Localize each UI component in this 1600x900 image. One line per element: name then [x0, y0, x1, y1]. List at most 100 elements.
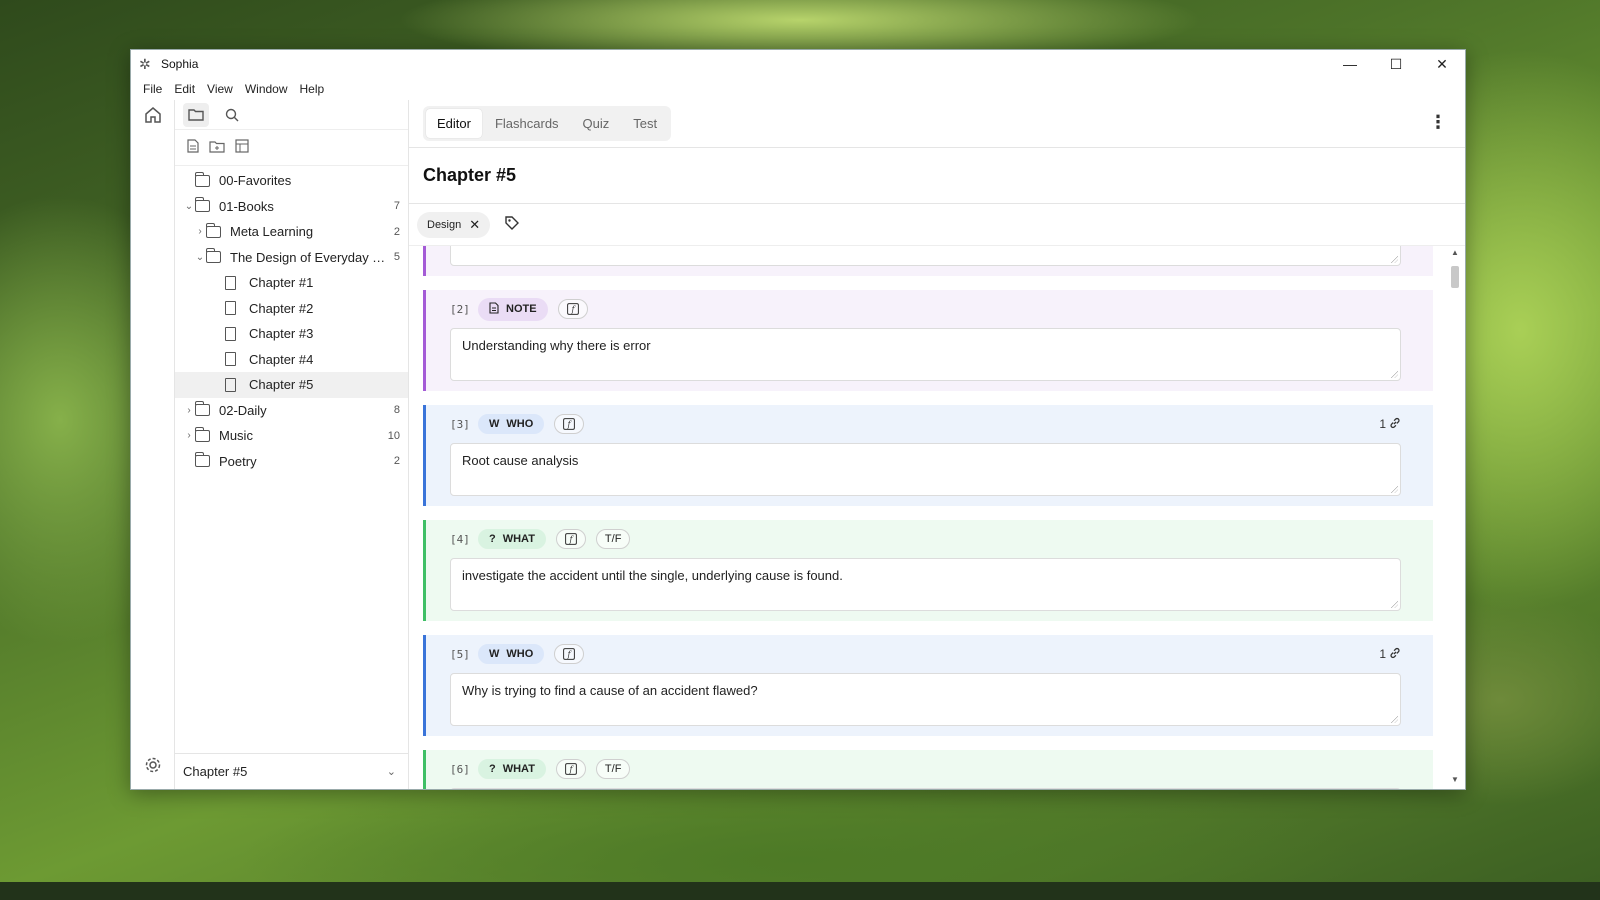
chevron-down-icon[interactable]: ⌄ — [183, 201, 195, 212]
card-text-field[interactable]: Why is trying to find a cause of an acci… — [450, 673, 1401, 726]
folder-icon — [194, 197, 213, 213]
close-button[interactable]: ✕ — [1419, 50, 1465, 78]
formula-icon[interactable]: f — [554, 414, 585, 434]
card-number: [6] — [450, 762, 470, 776]
chevron-right-icon[interactable]: › — [194, 226, 206, 237]
tab-flashcards[interactable]: Flashcards — [484, 109, 570, 138]
chevron-right-icon[interactable]: › — [183, 430, 195, 441]
tree-folder[interactable]: › Meta Learning 2 — [175, 219, 408, 245]
cards-scroll-area[interactable]: Page 172 [2] NOTE f Understanding why there … — [409, 246, 1465, 789]
card-type-prefix: ? — [489, 763, 496, 775]
folder-icon — [194, 401, 213, 417]
card-text-field[interactable]: Root cause analysis — [450, 443, 1401, 496]
chevron-right-icon[interactable]: › — [183, 405, 195, 416]
formula-icon[interactable]: f — [557, 299, 588, 319]
menu-help[interactable]: Help — [294, 82, 331, 96]
add-tag-icon[interactable] — [504, 215, 520, 235]
settings-gear-icon[interactable] — [144, 756, 162, 779]
new-file-icon[interactable] — [187, 139, 199, 156]
tree-file[interactable]: Chapter #4 — [175, 347, 408, 373]
file-tree: 00-Favorites ⌄ 01-Books 7 › Meta Learning 2 ⌄ Th… — [175, 166, 408, 753]
folder-view-button[interactable] — [183, 102, 209, 127]
card-type-pill[interactable]: NOTE — [478, 297, 548, 321]
menu-window[interactable]: Window — [239, 82, 294, 96]
card-type-label: WHO — [506, 648, 534, 660]
folder-icon — [194, 426, 213, 442]
tree-file[interactable]: Chapter #1 — [175, 270, 408, 296]
remove-tag-icon[interactable]: ✕ — [469, 217, 480, 233]
tree-folder[interactable]: 00-Favorites — [175, 168, 408, 194]
link-icon — [1389, 647, 1401, 662]
card-number: [5] — [450, 647, 470, 661]
true-false-button[interactable]: T/F — [595, 759, 631, 779]
desktop-taskbar-edge — [0, 882, 1600, 900]
current-note-selector[interactable]: Chapter #5 ⌄ — [175, 753, 408, 789]
card-type-pill[interactable]: ? WHAT — [478, 529, 546, 549]
new-folder-icon[interactable] — [209, 140, 225, 156]
card-text-field[interactable] — [450, 788, 1401, 789]
menu-file[interactable]: File — [137, 82, 168, 96]
tree-folder[interactable]: › Music 10 — [175, 423, 408, 449]
window-title: Sophia — [161, 57, 199, 71]
tree-folder[interactable]: ⌄ 01-Books 7 — [175, 194, 408, 220]
scroll-thumb[interactable] — [1451, 266, 1459, 288]
tag-chip: Design ✕ — [417, 211, 491, 238]
card-what: [6]? WHAT f T/F — [423, 750, 1433, 789]
more-options-icon[interactable]: ⋮ — [1429, 112, 1447, 133]
tag-label: Design — [427, 218, 462, 231]
layout-icon[interactable] — [235, 139, 249, 156]
tree-item-count: 5 — [393, 251, 400, 264]
tree-item-count: 8 — [393, 404, 400, 417]
card-text-field[interactable]: investigate the accident until the singl… — [450, 558, 1401, 611]
card-type-pill[interactable]: ? WHAT — [478, 759, 546, 779]
card-text-field[interactable]: Understanding why there is error — [450, 328, 1401, 381]
card-type-pill[interactable]: W WHO — [478, 644, 545, 664]
tree-item-label: 00-Favorites — [219, 173, 292, 189]
home-icon[interactable] — [144, 106, 162, 129]
chevron-down-icon: ⌄ — [386, 766, 396, 778]
tag-row: Design ✕ — [409, 204, 1465, 246]
card-note: [2] NOTE f Understanding why there is error — [423, 290, 1433, 391]
search-icon[interactable] — [219, 103, 245, 127]
chevron-down-icon[interactable]: ⌄ — [194, 252, 206, 263]
tree-folder[interactable]: ⌄ The Design of Everyday Things5 — [175, 245, 408, 271]
file-icon — [225, 326, 243, 341]
formula-icon[interactable]: f — [555, 529, 586, 549]
card-type-label: WHAT — [502, 763, 535, 775]
link-count[interactable]: 1 — [1379, 647, 1401, 662]
tab-quiz[interactable]: Quiz — [572, 109, 621, 138]
vertical-scrollbar[interactable]: ▲ ▼ — [1449, 248, 1461, 787]
card-who: [5] W WHO f 1 Why is trying to find a cause o… — [423, 635, 1433, 736]
minimize-button[interactable]: — — [1327, 50, 1373, 78]
svg-text:f: f — [567, 420, 573, 429]
card-list: Page 172 [2] NOTE f Understanding why there … — [423, 246, 1433, 789]
card-who: [3] W WHO f 1 Root cause analysis — [423, 405, 1433, 506]
tree-file[interactable]: Chapter #5 — [175, 372, 408, 398]
file-icon — [225, 301, 243, 316]
tree-folder[interactable]: › 02-Daily 8 — [175, 398, 408, 424]
folder-icon — [194, 452, 213, 468]
menu-view[interactable]: View — [201, 82, 239, 96]
menu-edit[interactable]: Edit — [168, 82, 201, 96]
tree-folder[interactable]: Poetry 2 — [175, 449, 408, 475]
scroll-up-icon[interactable]: ▲ — [1449, 248, 1461, 260]
tree-file[interactable]: Chapter #3 — [175, 321, 408, 347]
folder-icon — [194, 171, 213, 187]
card-text-field[interactable]: Page 172 — [450, 246, 1401, 266]
tree-item-label: Chapter #4 — [249, 351, 314, 367]
tab-editor[interactable]: Editor — [426, 109, 482, 138]
card-type-pill[interactable]: W WHO — [478, 414, 545, 434]
tree-item-label: Meta Learning — [230, 224, 314, 240]
formula-icon[interactable]: f — [555, 759, 586, 779]
tree-item-label: The Design of Everyday Things — [230, 249, 390, 265]
view-tabs: Editor Flashcards Quiz Test — [423, 106, 672, 141]
link-count[interactable]: 1 — [1379, 417, 1401, 432]
scroll-down-icon[interactable]: ▼ — [1449, 775, 1461, 787]
formula-icon[interactable]: f — [554, 644, 585, 664]
true-false-button[interactable]: T/F — [595, 529, 631, 549]
maximize-button[interactable]: ☐ — [1373, 50, 1419, 78]
file-sidebar: 00-Favorites ⌄ 01-Books 7 › Meta Learning 2 ⌄ Th… — [175, 100, 409, 789]
tree-file[interactable]: Chapter #2 — [175, 296, 408, 322]
tab-test[interactable]: Test — [622, 109, 668, 138]
title-bar: ✲ Sophia — ☐ ✕ — [131, 50, 1465, 78]
